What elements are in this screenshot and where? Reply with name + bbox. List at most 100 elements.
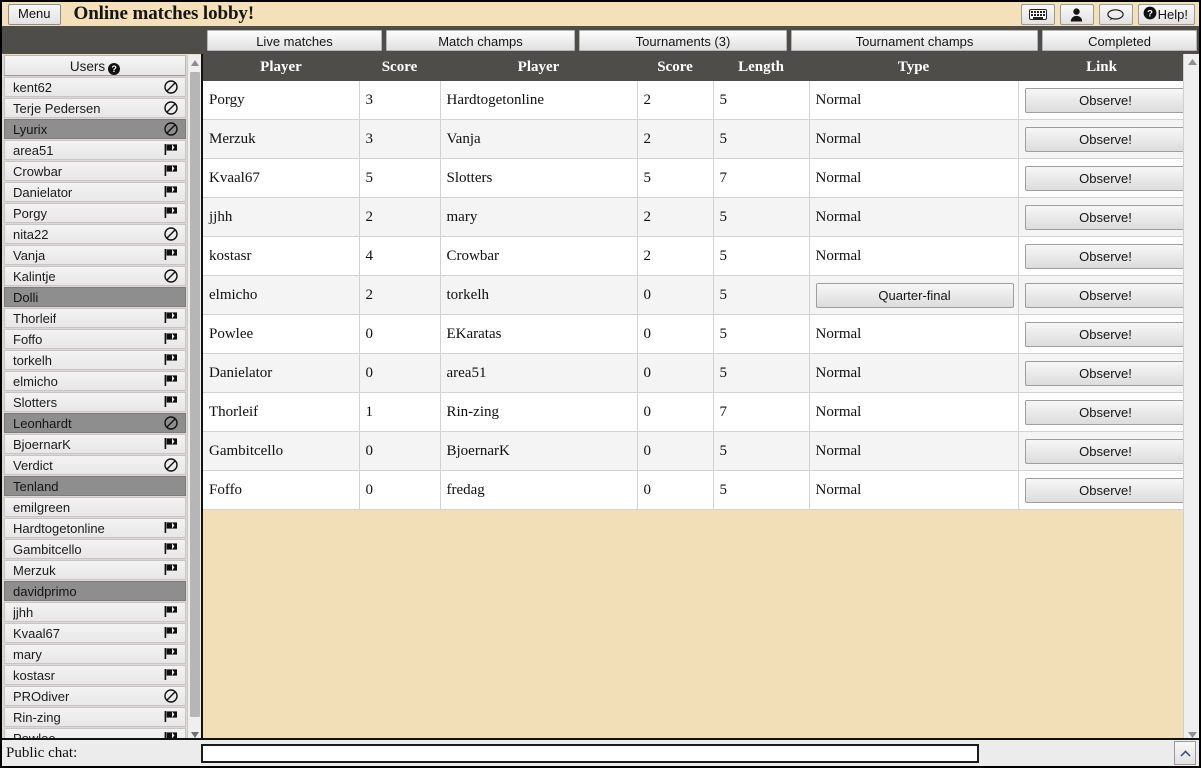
user-list-item[interactable]: area51 [4, 140, 186, 160]
person-icon[interactable] [1059, 4, 1094, 25]
users-scrollbar[interactable] [187, 55, 202, 742]
user-list-item[interactable]: mary [4, 644, 186, 664]
cell-type: Normal [809, 119, 1019, 159]
user-list-item[interactable]: Foffo [4, 329, 186, 349]
user-list-item[interactable]: Slotters [4, 392, 186, 412]
col-player-1: Player [203, 54, 359, 81]
cell-score-2: 0 [637, 431, 714, 471]
user-list-item[interactable]: Crowbar [4, 161, 186, 181]
observe-button[interactable]: Observe! [1024, 360, 1184, 386]
user-name: Foffo [13, 331, 43, 347]
cell-length: 5 [713, 236, 810, 276]
cell-link: Observe! [1018, 81, 1184, 120]
user-list-item[interactable]: Kvaal67 [4, 623, 186, 643]
chat-bubble-icon[interactable] [1098, 4, 1133, 25]
flag-icon [164, 668, 178, 682]
user-list-item[interactable]: Dolli [4, 287, 186, 307]
app-window: Menu Online matches lobby! ? Help! Live … [0, 0, 1201, 768]
user-list-item[interactable]: torkelh [4, 350, 186, 370]
flag-icon [164, 353, 178, 367]
user-name: kent62 [13, 79, 53, 95]
matches-scrollbar[interactable] [1183, 54, 1199, 742]
help-question-icon[interactable]: ? [108, 63, 121, 75]
user-list-item[interactable]: Vanja [4, 245, 186, 265]
observe-button[interactable]: Observe! [1024, 321, 1184, 347]
tab-tournaments[interactable]: Tournaments (3) [579, 29, 787, 51]
flag-icon [164, 395, 178, 409]
observe-button[interactable]: Observe! [1024, 282, 1184, 308]
user-list-item[interactable]: emilgreen [4, 497, 186, 517]
user-list-item[interactable]: kostasr [4, 665, 186, 685]
col-score-1: Score [359, 54, 440, 81]
observe-button[interactable]: Observe! [1024, 165, 1184, 191]
no-status-icon [164, 584, 178, 598]
user-list-item[interactable]: Kalintje [4, 266, 186, 286]
chat-expand-button[interactable] [1174, 741, 1196, 765]
user-list-item[interactable]: elmicho [4, 371, 186, 391]
tab-strip: Live matches Match champs Tournaments (3… [2, 26, 1199, 54]
cell-link: Observe! [1018, 197, 1184, 237]
observe-button[interactable]: Observe! [1024, 126, 1184, 152]
col-type: Type [809, 54, 1018, 81]
user-list-item[interactable]: Danielator [4, 182, 186, 202]
user-list-item[interactable]: PROdiver [4, 686, 186, 706]
cell-type: Normal [809, 158, 1019, 198]
tab-match-champs[interactable]: Match champs [386, 29, 575, 51]
match-type-button[interactable]: Quarter-final [815, 282, 1014, 308]
matches-panel: Player Score Player Score Length Type Li… [201, 54, 1199, 742]
user-name: BjoernarK [13, 436, 71, 452]
observe-button[interactable]: Observe! [1024, 477, 1184, 503]
user-list-item[interactable]: Thorleif [4, 308, 186, 328]
table-row: kostasr 4 Crowbar 2 5 Normal Observe! [203, 236, 1184, 276]
public-chat-input[interactable] [201, 743, 979, 763]
user-list-item[interactable]: BjoernarK [4, 434, 186, 454]
user-name: Terje Pedersen [13, 100, 101, 116]
user-list-item[interactable]: nita22 [4, 224, 186, 244]
user-list-item[interactable]: Leonhardt [4, 413, 186, 433]
col-score-2: Score [637, 54, 713, 81]
observe-button[interactable]: Observe! [1024, 399, 1184, 425]
menu-button[interactable]: Menu [8, 3, 61, 25]
scroll-up-arrow-icon[interactable] [188, 55, 202, 70]
user-name: Kalintje [13, 268, 56, 284]
observe-button[interactable]: Observe! [1024, 438, 1184, 464]
user-list-item[interactable]: Merzuk [4, 560, 186, 580]
tab-completed[interactable]: Completed [1042, 29, 1197, 51]
user-list-item[interactable]: Tenland [4, 476, 186, 496]
user-list-item[interactable]: Verdict [4, 455, 186, 475]
user-name: nita22 [13, 226, 49, 242]
keyboard-icon[interactable] [1020, 4, 1055, 25]
cell-score-2: 2 [637, 236, 714, 276]
help-circle-icon: ? [1143, 6, 1157, 23]
user-list-item[interactable]: Gambitcello [4, 539, 186, 559]
page-title: Online matches lobby! [73, 3, 255, 24]
user-list-item[interactable]: Lyurix [4, 119, 186, 139]
observe-button[interactable]: Observe! [1024, 204, 1184, 230]
user-list-item[interactable]: davidprimo [4, 581, 186, 601]
cell-score-1: 1 [359, 392, 441, 432]
user-name: Leonhardt [13, 415, 72, 431]
flag-icon [164, 164, 178, 178]
user-name: elmicho [13, 373, 58, 389]
observe-button[interactable]: Observe! [1024, 87, 1184, 113]
flag-icon [164, 311, 178, 325]
help-button[interactable]: ? Help! [1137, 4, 1195, 25]
user-list-item[interactable]: Porgy [4, 203, 186, 223]
tab-live-matches[interactable]: Live matches [207, 29, 382, 51]
cell-type: Quarter-final [809, 275, 1019, 315]
user-list-item[interactable]: kent62 [4, 77, 186, 97]
user-list-item[interactable]: Hardtogetonline [4, 518, 186, 538]
user-list-item[interactable]: Terje Pedersen [4, 98, 186, 118]
table-row: Merzuk 3 Vanja 2 5 Normal Observe! [203, 119, 1184, 159]
cell-score-1: 0 [359, 314, 441, 354]
matches-scroll-up-arrow-icon[interactable] [1184, 54, 1199, 69]
user-list-item[interactable]: Rin-zing [4, 707, 186, 727]
tab-tournament-champs[interactable]: Tournament champs [791, 29, 1038, 51]
users-scrollbar-thumb[interactable] [190, 72, 200, 717]
observe-button[interactable]: Observe! [1024, 243, 1184, 269]
cell-type: Normal [809, 392, 1019, 432]
user-list-item[interactable]: jjhh [4, 602, 186, 622]
svg-text:?: ? [1147, 9, 1153, 20]
user-name: kostasr [13, 667, 55, 683]
users-header-label: Users [69, 59, 106, 74]
